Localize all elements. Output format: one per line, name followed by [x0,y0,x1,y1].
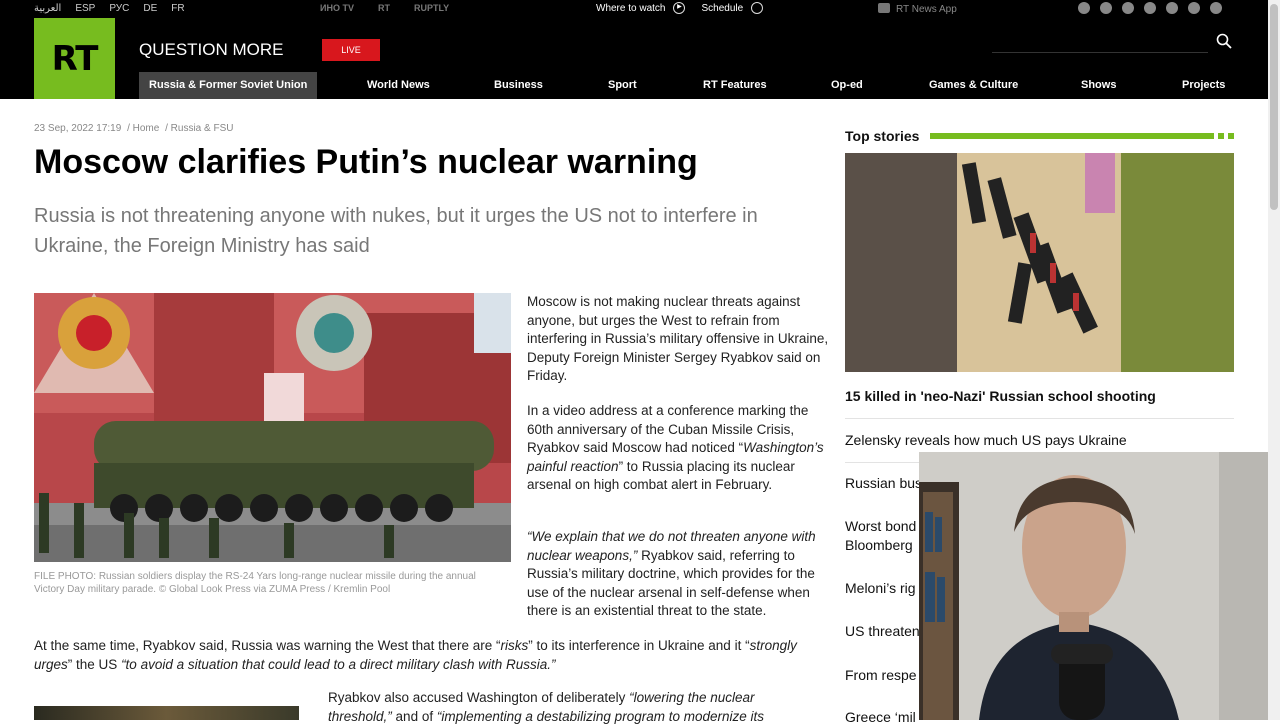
missile-parade-image [34,293,511,562]
nav-projects[interactable]: Projects [1182,72,1225,99]
where-to-watch-link[interactable]: Where to watch [596,3,665,14]
webcam-overlay [919,452,1280,720]
breadcrumb-home[interactable]: / Home [127,123,159,134]
article-summary: Russia is not threatening anyone with nu… [34,205,758,257]
dot [1218,133,1224,139]
photo-caption: FILE PHOTO: Russian soldiers display the… [34,571,476,595]
p5-text-a: Ryabkov also accused Washington of delib… [328,690,630,705]
play-icon: ▶ [673,2,686,14]
article-headline: Moscow clarifies Putin’s nuclear warning [34,143,698,181]
social-links [1078,2,1222,14]
facebook-icon[interactable] [1188,2,1200,14]
schedule-link[interactable]: Schedule [701,3,743,14]
divider [845,418,1234,419]
language-switcher: العربية ESP РУС DE FR [34,3,185,14]
odnoklassniki-icon[interactable] [1210,2,1222,14]
webcam-video [919,452,1280,720]
paragraph-3: “We explain that we do not threaten anyo… [527,528,831,621]
nav-shows[interactable]: Shows [1081,72,1116,99]
clock-icon [751,2,764,14]
gab-icon[interactable] [1166,2,1178,14]
lang-russian[interactable]: РУС [109,3,129,14]
article-date: 23 Sep, 2022 17:19 [34,123,122,134]
top-stories-dots [1218,133,1234,139]
lang-arabic[interactable]: العربية [34,3,61,14]
site-header: RT QUESTION MORE LIVE Russia & Former So… [0,18,1268,99]
search-icon[interactable] [1216,33,1232,49]
paragraph-5: Ryabkov also accused Washington of delib… [328,689,808,726]
school-shooting-image [845,153,1234,372]
lead-story-headline[interactable]: 15 killed in 'neo-Nazi' Russian school s… [845,388,1156,404]
p4-quote-1: risks [500,638,529,653]
p5-text-b: and of [391,708,437,724]
paragraph-1: Moscow is not making nuclear threats aga… [527,294,829,384]
p4-text-c: ” the US [67,656,122,672]
story-item[interactable]: Zelensky reveals how much US pays Ukrain… [845,431,1234,450]
nav-sport[interactable]: Sport [608,72,637,99]
top-story-image[interactable] [845,153,1234,372]
utility-bar: العربية ESP РУС DE FR ИНО TV RT RUPTLY W… [0,0,1268,18]
top-stories-bar [930,133,1214,139]
p4-quote-3: “to avoid a situation that could lead to… [121,656,556,672]
article-photo [34,293,511,562]
nav-business[interactable]: Business [494,72,543,99]
live-button[interactable]: LIVE [322,39,380,61]
dot [1228,133,1234,139]
article-meta: 23 Sep, 2022 17:19 / Home / Russia & FSU [34,123,236,134]
news-app-link[interactable]: RT News App [878,3,957,15]
sister-brands: ИНО TV RT RUPTLY [320,3,449,13]
telegram-icon[interactable] [1078,2,1090,14]
logo-text: RT [51,38,99,79]
scrollbar-thumb[interactable] [1270,4,1278,210]
nav-op-ed[interactable]: Op-ed [831,72,863,99]
p4-text-b: ” to its interference in Ukraine and it … [528,638,750,653]
brand-ruptly[interactable]: RUPTLY [414,3,449,13]
paragraph-2: In a video address at a conference marki… [527,402,831,495]
tagline: QUESTION MORE [139,40,284,59]
rss-icon[interactable] [1100,2,1112,14]
rt-logo[interactable]: RT [34,18,115,99]
nav-rt-features[interactable]: RT Features [703,72,767,99]
lang-french[interactable]: FR [171,3,184,14]
twitter-icon[interactable] [1122,2,1134,14]
p4-text-a: At the same time, Ryabkov said, Russia w… [34,638,501,653]
breadcrumb-section[interactable]: / Russia & FSU [165,123,233,134]
search-input[interactable] [992,52,1208,53]
nav-russia-fsu[interactable]: Russia & Former Soviet Union [139,72,318,99]
watch-links: Where to watch ▶ Schedule [596,2,764,14]
vk-icon[interactable] [1144,2,1156,14]
paragraph-4: At the same time, Ryabkov said, Russia w… [34,637,824,674]
nav-games-culture[interactable]: Games & Culture [929,72,1018,99]
lang-german[interactable]: DE [143,3,157,14]
brand-inotv[interactable]: ИНО TV [320,3,354,13]
nav-world-news[interactable]: World News [367,72,430,99]
top-stories-title: Top stories [845,128,920,144]
brand-rt[interactable]: RT [378,3,390,13]
lang-spanish[interactable]: ESP [75,3,95,14]
inline-image [34,706,299,720]
p5-quote-2: “implementing a destabilizing program to… [436,708,764,724]
